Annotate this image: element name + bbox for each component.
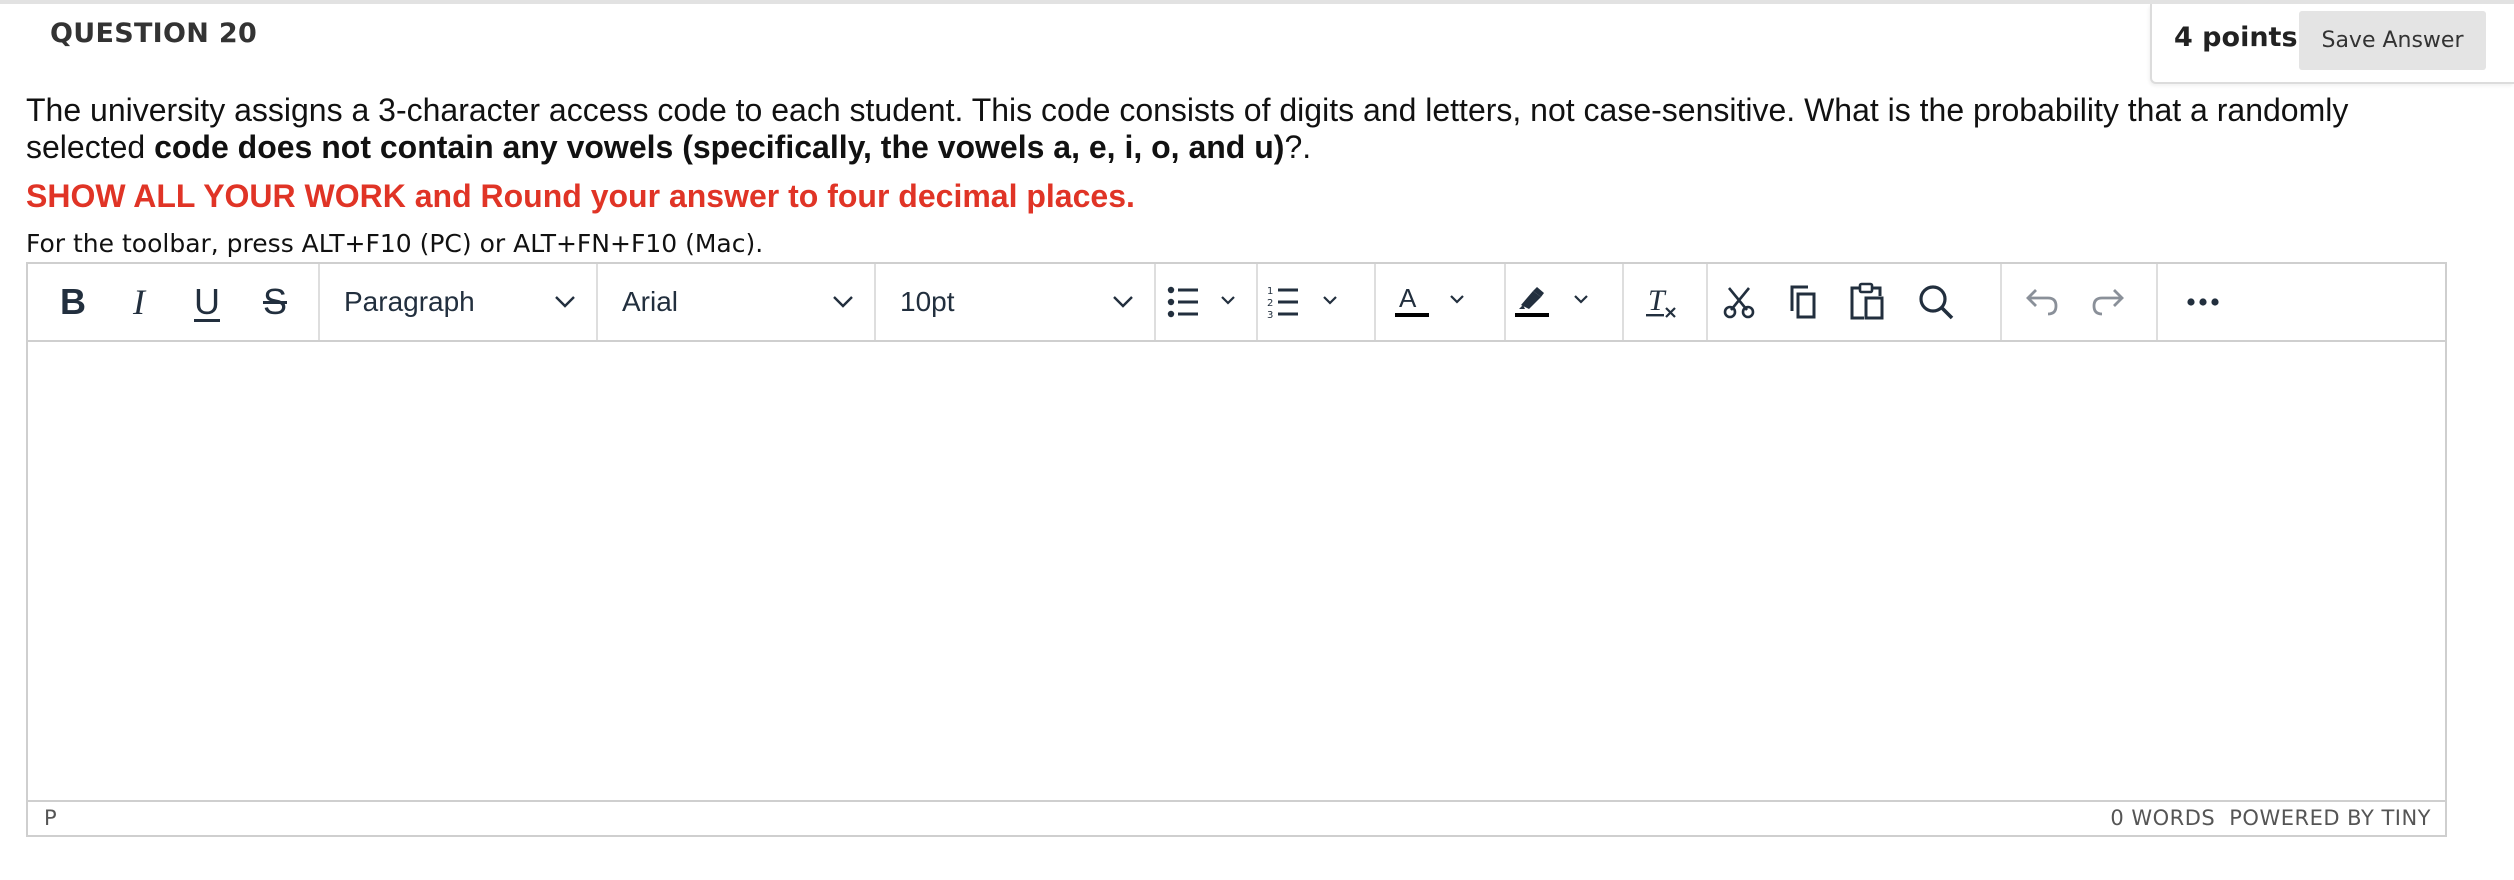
redo-icon: [2092, 289, 2124, 316]
strikethrough-icon: S: [262, 281, 287, 322]
paste-icon: [1850, 282, 1884, 320]
bullet-list-icon: [1167, 286, 1235, 318]
question-text: The university assigns a 3-character acc…: [26, 92, 2426, 166]
block-format-select[interactable]: Paragraph: [320, 264, 596, 340]
toolbar-separator: [1706, 264, 1708, 340]
question-text-bold: code does not contain any vowels (specif…: [154, 129, 1285, 165]
text-color-icon: A: [1395, 283, 1464, 317]
copy-icon: [1790, 285, 1816, 319]
clear-formatting-icon: T: [1646, 284, 1676, 318]
undo-button[interactable]: [2016, 274, 2064, 330]
editor-content-area[interactable]: [28, 342, 2445, 800]
strikethrough-button[interactable]: S: [252, 274, 298, 330]
cut-button[interactable]: [1716, 274, 1762, 330]
bold-button[interactable]: B: [50, 274, 96, 330]
svg-text:T: T: [1648, 284, 1667, 317]
cut-icon: [1723, 287, 1755, 319]
undo-icon: [2026, 289, 2058, 316]
top-divider: [0, 0, 2514, 4]
font-size-select[interactable]: 10pt: [876, 264, 1154, 340]
toolbar-separator: [2000, 264, 2002, 340]
instruction-text: SHOW ALL YOUR WORK and Round your answer…: [26, 178, 1135, 214]
toolbar-hint: For the toolbar, press ALT+F10 (PC) or A…: [26, 229, 764, 258]
word-count[interactable]: 0 WORDS: [2110, 806, 2215, 830]
text-color-button[interactable]: A: [1388, 274, 1480, 330]
toolbar-separator: [1374, 264, 1376, 340]
toolbar-separator: [2156, 264, 2158, 340]
svg-text:A: A: [1399, 283, 1417, 313]
italic-button[interactable]: I: [116, 274, 162, 330]
paste-button[interactable]: [1844, 274, 1892, 330]
toolbar-separator: [1504, 264, 1506, 340]
save-answer-button[interactable]: Save Answer: [2299, 11, 2486, 70]
statusbar-right: 0 WORDS POWERED BY TINY: [2096, 806, 2431, 830]
highlight-button[interactable]: [1508, 274, 1604, 330]
underline-icon: U: [194, 281, 220, 322]
underline-button[interactable]: U: [184, 274, 230, 330]
svg-text:1: 1: [1267, 286, 1273, 297]
toolbar-separator: [1154, 264, 1156, 340]
question-text-part2: ?.: [1284, 129, 1312, 165]
block-format-label: Paragraph: [344, 286, 475, 317]
search-button[interactable]: [1912, 274, 1960, 330]
chevron-down-icon: [555, 296, 575, 308]
highlight-icon: [1515, 287, 1588, 317]
question-page: QUESTION 20 4 points Save Answer The uni…: [0, 0, 2514, 880]
points-label: 4 points: [2174, 22, 2298, 53]
svg-text:3: 3: [1267, 310, 1273, 321]
rich-text-editor: B I U S Paragraph Arial 10pt 1 2 3 A T P…: [26, 262, 2447, 837]
font-family-label: Arial: [622, 286, 679, 317]
font-family-select[interactable]: Arial: [598, 264, 874, 340]
bold-icon: B: [60, 281, 86, 322]
chevron-down-icon: [1113, 296, 1133, 308]
toolbar-separator: [1622, 264, 1624, 340]
svg-text:2: 2: [1267, 298, 1273, 309]
element-path[interactable]: P: [44, 806, 57, 830]
toolbar-separator: [1256, 264, 1258, 340]
chevron-down-icon: [833, 296, 853, 308]
editor-statusbar: P 0 WORDS POWERED BY TINY: [28, 800, 2445, 835]
more-button[interactable]: [2176, 274, 2230, 330]
search-icon: [1919, 285, 1954, 320]
numbered-list-button[interactable]: 1 2 3: [1262, 274, 1354, 330]
more-icon: [2187, 298, 2219, 306]
powered-by-link[interactable]: POWERED BY TINY: [2229, 806, 2431, 830]
copy-button[interactable]: [1780, 274, 1826, 330]
bullet-list-button[interactable]: [1162, 274, 1252, 330]
font-size-label: 10pt: [900, 286, 955, 317]
question-title: QUESTION 20: [50, 18, 258, 49]
editor-toolbar: B I U S Paragraph Arial 10pt 1 2 3 A T: [28, 264, 2445, 342]
italic-icon: I: [133, 282, 145, 322]
redo-button[interactable]: [2086, 274, 2134, 330]
numbered-list-icon: 1 2 3: [1267, 286, 1337, 321]
clear-formatting-button[interactable]: T: [1640, 274, 1684, 330]
